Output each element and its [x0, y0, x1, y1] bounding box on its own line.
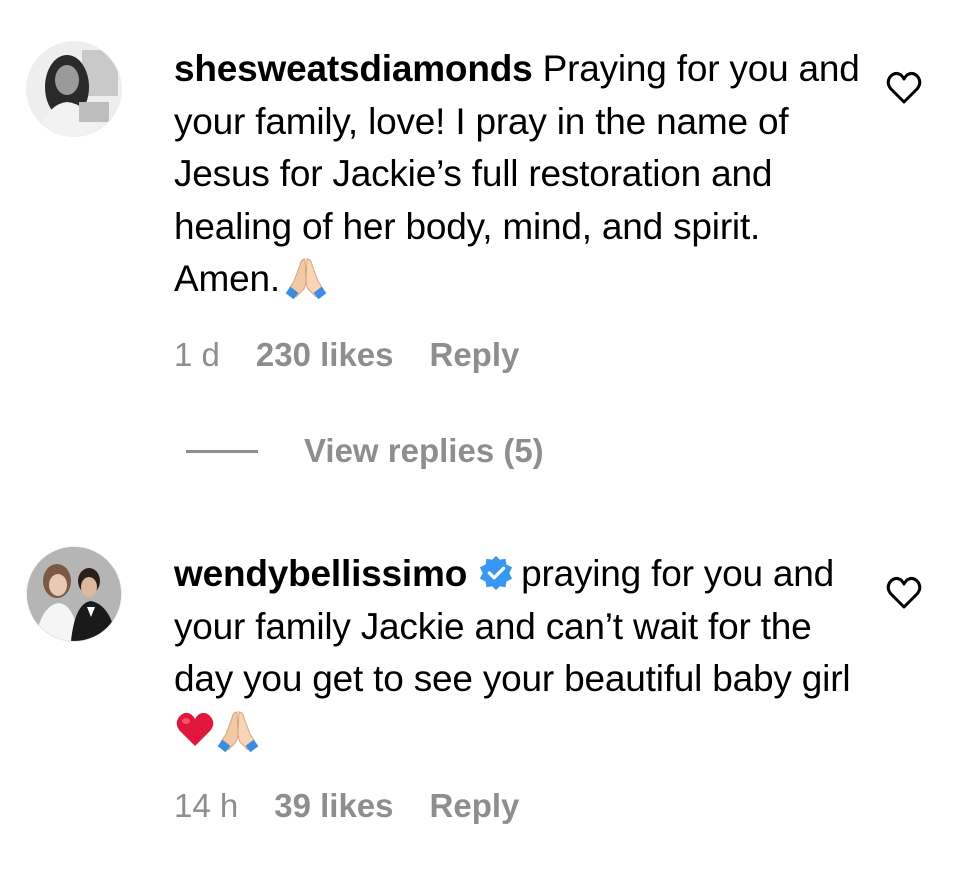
- avatar-image: [27, 547, 121, 641]
- avatar-image: [27, 42, 121, 136]
- view-replies-label: View replies (5): [304, 432, 544, 469]
- comment-time[interactable]: 1 d: [174, 336, 220, 374]
- verified-badge-icon: [479, 555, 513, 591]
- avatar[interactable]: [27, 547, 121, 641]
- red-heart-emoji-icon: [176, 712, 214, 746]
- view-replies-button[interactable]: View replies (5): [186, 432, 544, 470]
- heart-outline-icon[interactable]: [884, 68, 924, 108]
- comment-meta: 1 d 230 likes Reply: [174, 336, 519, 374]
- comment-likes[interactable]: 230 likes: [256, 336, 394, 374]
- heart-outline-icon[interactable]: [884, 573, 924, 613]
- comment-body: shesweatsdiamonds Praying for you and yo…: [174, 43, 864, 306]
- reply-button[interactable]: Reply: [430, 336, 520, 374]
- comment-username[interactable]: wendybellissimo: [174, 553, 467, 594]
- comment-time[interactable]: 14 h: [174, 787, 238, 825]
- reply-button[interactable]: Reply: [430, 787, 520, 825]
- comment-likes[interactable]: 39 likes: [274, 787, 393, 825]
- comment-username[interactable]: shesweatsdiamonds: [174, 48, 533, 89]
- folded-hands-emoji-icon: [285, 258, 327, 299]
- view-replies-divider: [186, 449, 258, 453]
- comment-meta: 14 h 39 likes Reply: [174, 787, 519, 825]
- avatar[interactable]: [27, 42, 121, 136]
- folded-hands-emoji-icon: [217, 710, 259, 752]
- comment-body: wendybellissimo praying for you and your…: [174, 548, 864, 758]
